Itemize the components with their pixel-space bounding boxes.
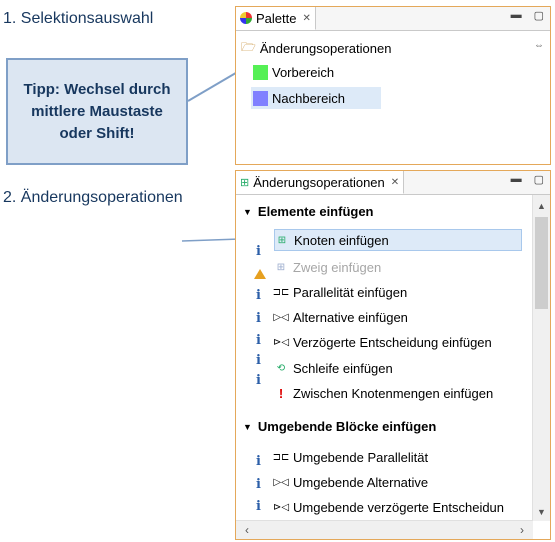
drawer-pin-icon[interactable]: ⇔ <box>534 40 544 51</box>
op-zweig-einfuegen: ⊞ Zweig einfügen <box>274 256 381 278</box>
close-icon[interactable]: ✕ <box>302 13 310 24</box>
op-alternative-einfuegen[interactable]: ▷◁ Alternative einfügen <box>273 306 408 328</box>
op-label: Zwischen Knotenmengen einfügen <box>293 385 494 401</box>
op-verzoegerte-entscheidung-einfuegen[interactable]: ⊳◁ Verzögerte Entscheidung einfügen <box>272 331 492 353</box>
chevron-right-icon[interactable]: › <box>513 521 531 539</box>
info-icon: i <box>256 477 261 492</box>
chevron-down-icon[interactable]: ▼ <box>533 503 550 521</box>
section-title: Umgebende Blöcke einfügen <box>257 419 437 434</box>
palette-icon <box>240 12 252 24</box>
green-swatch-icon <box>253 64 268 80</box>
info-icon: i <box>256 288 261 303</box>
operations-window-buttons: ▬ ▢ <box>511 173 544 186</box>
alternative-icon: ▷◁ <box>273 476 289 488</box>
palette-view: Palette ✕ ▬ ▢ 🗁 Änderungsoperationen ⇔ V… <box>235 6 551 165</box>
chevron-up-icon[interactable]: ▲ <box>533 197 550 215</box>
op-label: Knoten einfügen <box>294 232 389 248</box>
node-icon: ⊞ <box>240 176 250 189</box>
operations-tab[interactable]: ⊞ Änderungsoperationen ✕ <box>236 171 405 194</box>
info-icon: i <box>256 499 261 514</box>
palette-tab-label: Palette <box>256 10 297 26</box>
op-label: Alternative einfügen <box>293 309 408 325</box>
operations-tab-label: Änderungsoperationen <box>253 174 385 190</box>
palette-item-nachbereich[interactable]: Nachbereich <box>251 87 381 109</box>
palette-drawer-header[interactable]: 🗁 Änderungsoperationen <box>241 38 391 59</box>
op-zwischen-knotenmengen-einfuegen[interactable]: ! Zwischen Knotenmengen einfügen <box>274 382 493 404</box>
section-umgebende-bloecke[interactable]: ▼ Umgebende Blöcke einfügen <box>243 419 436 434</box>
op-label: Verzögerte Entscheidung einfügen <box>293 334 492 350</box>
branch-icon: ⊞ <box>276 261 286 273</box>
palette-item-label: Nachbereich <box>272 90 345 106</box>
scroll-thumb[interactable] <box>535 217 548 309</box>
palette-item-vorbereich[interactable]: Vorbereich <box>253 61 334 83</box>
maximize-icon[interactable]: ▢ <box>534 9 544 22</box>
parallel-icon: ⊐⊏ <box>272 286 290 298</box>
palette-item-label: Vorbereich <box>272 64 335 80</box>
expand-icon: ▼ <box>243 421 252 432</box>
op-umgebende-alternative[interactable]: ▷◁ Umgebende Alternative <box>273 471 429 493</box>
expand-icon: ▼ <box>243 206 252 217</box>
info-icon: i <box>256 311 261 326</box>
op-knoten-einfuegen[interactable]: ⊞ Knoten einfügen <box>274 229 522 251</box>
section-elemente-einfuegen[interactable]: ▼ Elemente einfügen <box>243 204 374 219</box>
drawer-title-label: Änderungsoperationen <box>259 41 392 56</box>
op-label: Zweig einfügen <box>293 259 382 275</box>
operations-view: ⊞ Änderungsoperationen ✕ ▬ ▢ ▼ Elemente … <box>235 170 551 540</box>
folder-icon: 🗁 <box>241 40 256 54</box>
op-label: Umgebende verzögerte Entscheidun <box>293 499 505 515</box>
minimize-icon[interactable]: ▬ <box>511 173 522 186</box>
alternative-icon: ▷◁ <box>273 311 289 323</box>
info-icon: i <box>256 333 261 348</box>
loop-icon: ⟲ <box>276 362 286 374</box>
op-schleife-einfuegen[interactable]: ⟲ Schleife einfügen <box>274 357 393 379</box>
close-icon[interactable]: ✕ <box>391 177 399 188</box>
horizontal-scrollbar[interactable]: ‹ › <box>236 520 533 539</box>
op-label: Umgebende Alternative <box>293 474 429 490</box>
maximize-icon[interactable]: ▢ <box>534 173 544 186</box>
info-icon: i <box>256 454 261 469</box>
deferred-icon: ⊳◁ <box>272 501 290 513</box>
op-parallelitaet-einfuegen[interactable]: ⊐⊏ Parallelität einfügen <box>272 281 408 303</box>
blue-swatch-icon <box>253 90 268 106</box>
minimize-icon[interactable]: ▬ <box>511 9 522 22</box>
warning-icon <box>254 269 266 279</box>
op-label: Umgebende Parallelität <box>293 449 429 465</box>
op-label: Parallelität einfügen <box>293 284 408 300</box>
op-umgebende-parallelitaet[interactable]: ⊐⊏ Umgebende Parallelität <box>272 446 429 468</box>
info-icon: i <box>256 373 261 388</box>
palette-tab[interactable]: Palette ✕ <box>236 7 316 30</box>
node-icon: ⊞ <box>277 234 287 246</box>
op-label: Schleife einfügen <box>293 360 393 376</box>
info-icon: i <box>256 353 261 368</box>
exclamation-icon: ! <box>278 385 284 401</box>
palette-window-buttons: ▬ ▢ <box>511 9 544 22</box>
section-title: Elemente einfügen <box>257 204 374 219</box>
chevron-left-icon[interactable]: ‹ <box>238 521 256 539</box>
op-umgebende-verzoegerte-entscheidung[interactable]: ⊳◁ Umgebende verzögerte Entscheidun <box>272 496 505 518</box>
vertical-scrollbar[interactable]: ▲ ▼ <box>532 195 550 521</box>
parallel-icon: ⊐⊏ <box>272 451 290 463</box>
deferred-icon: ⊳◁ <box>272 336 290 348</box>
info-icon: i <box>256 244 261 259</box>
